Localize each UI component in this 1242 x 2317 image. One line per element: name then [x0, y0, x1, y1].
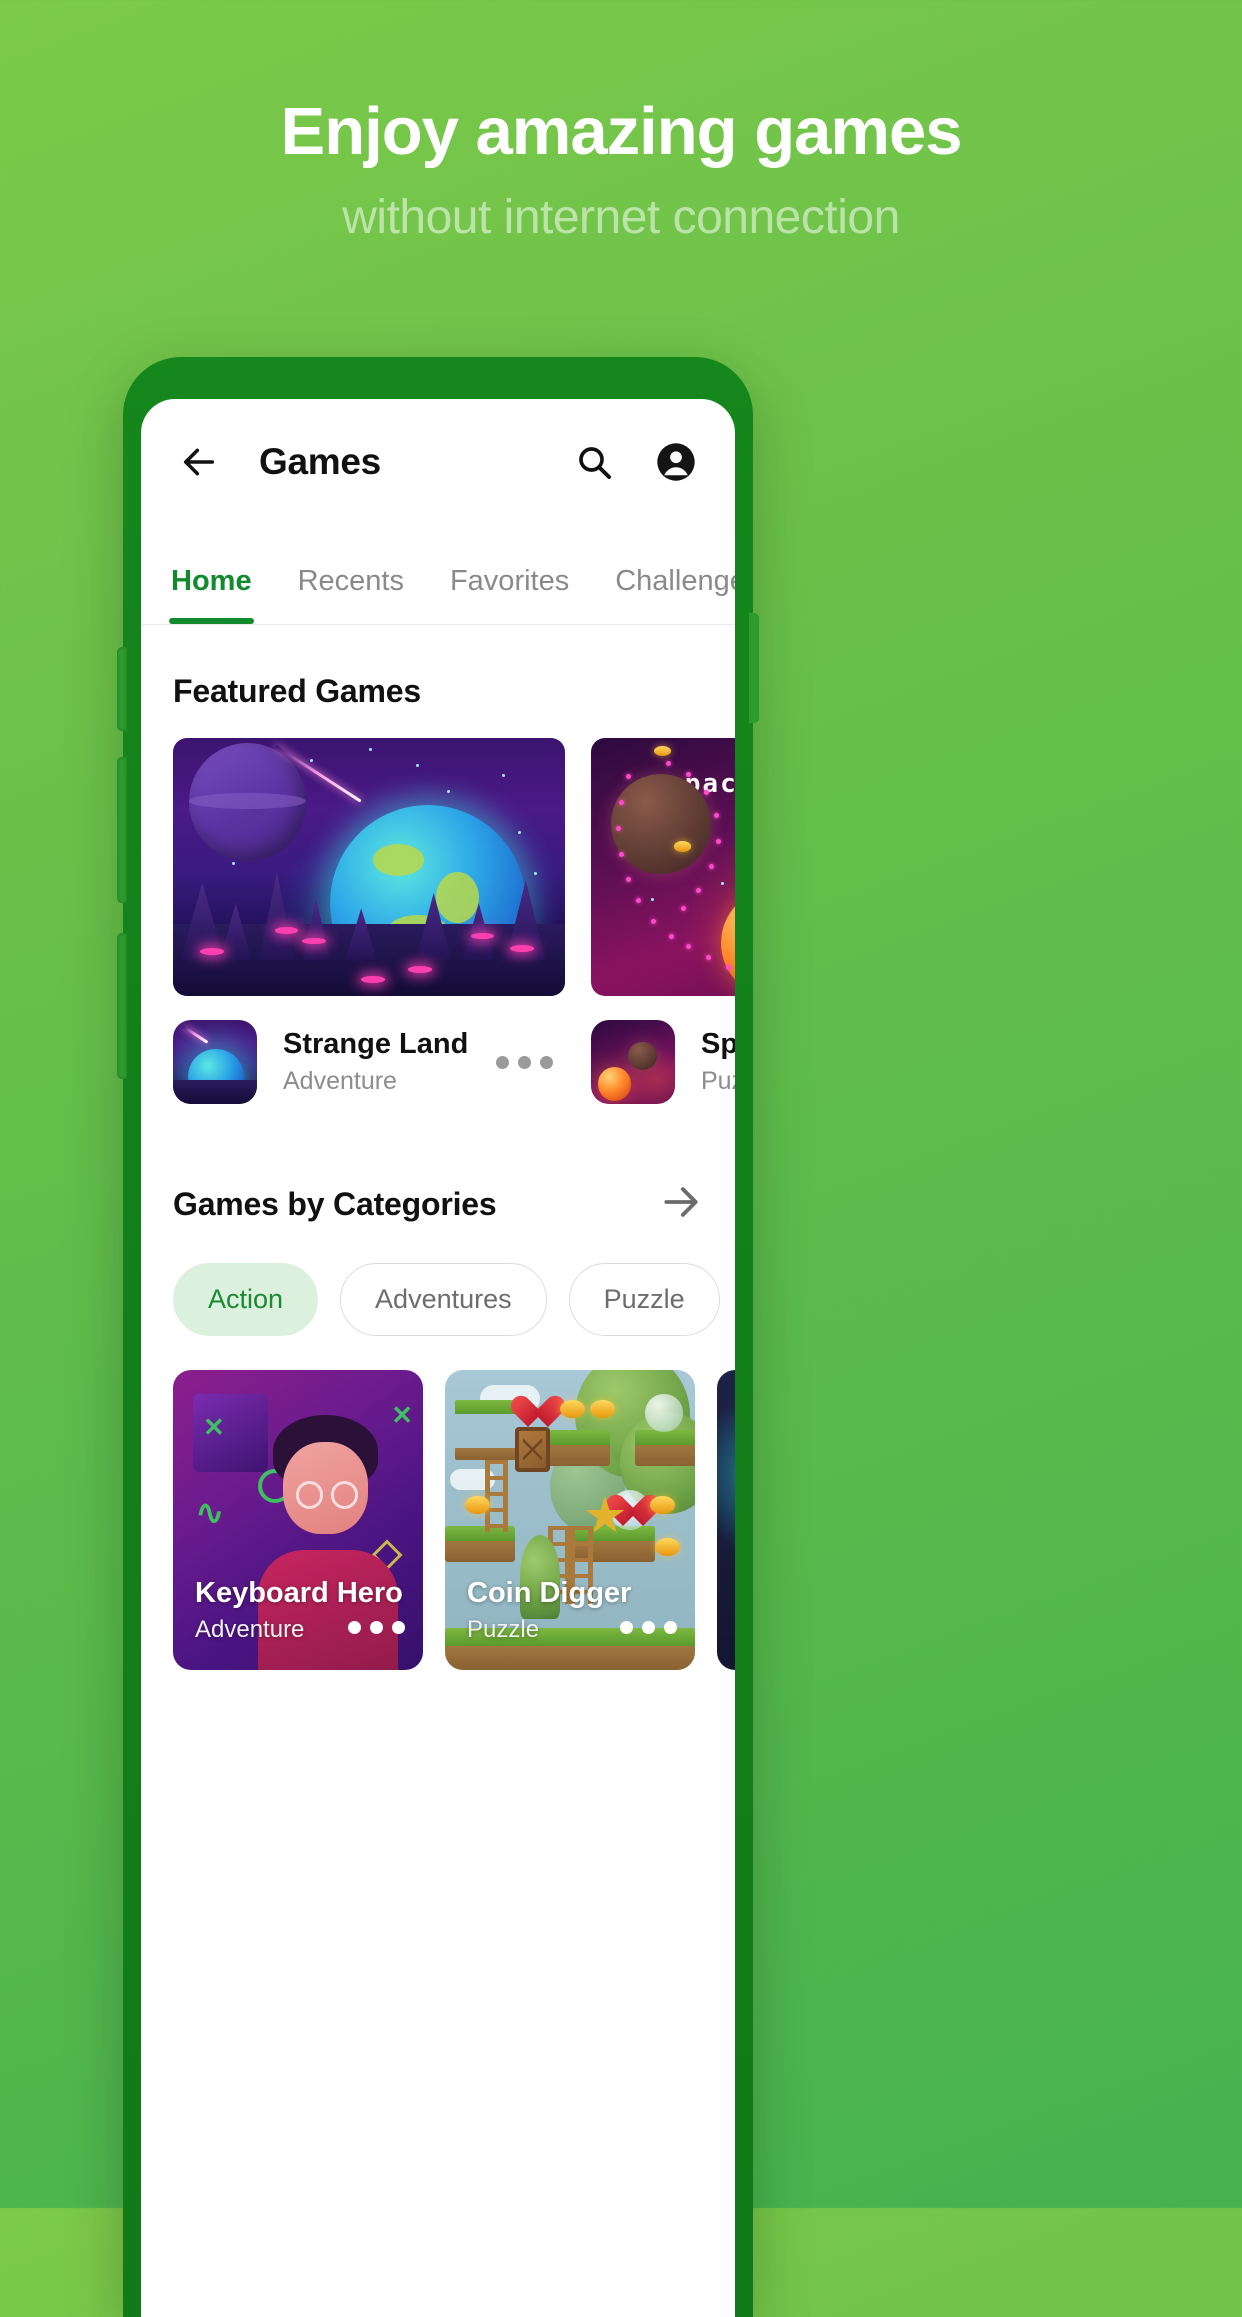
categories-see-all-button[interactable] [659, 1180, 703, 1229]
search-icon [579, 447, 611, 479]
game-card-keyboard-hero[interactable]: ✕ ✕ ∿ Keyboard Hero Adventure [173, 1370, 423, 1670]
glasses-right-lens [330, 1481, 358, 1509]
game-card-caption: Coin Digger Puzzle [467, 1576, 679, 1644]
phone-screen: Games Home Recents Favorites Challeng Fe… [141, 399, 735, 2317]
game-card-coin-digger[interactable]: Coin Digger Puzzle [445, 1370, 695, 1670]
game-name: Coin Digger [467, 1576, 632, 1609]
strange-land-artwork [173, 738, 565, 996]
featured-section-header: Featured Games [141, 625, 735, 710]
tab-home[interactable]: Home [169, 565, 254, 624]
app-bar: Games [141, 399, 735, 525]
game-card-partial[interactable]: K An [717, 1370, 735, 1670]
promo-header: Enjoy amazing games without internet con… [0, 0, 1242, 245]
chip-action[interactable]: Action [173, 1263, 319, 1336]
featured-card-image [173, 738, 565, 996]
phone-volume-up-button [117, 757, 127, 903]
categories-section-header: Games by Categories [141, 1104, 735, 1229]
featured-card-image: spacefood [591, 738, 735, 996]
featured-card-meta: Strange Land Adventure [173, 1020, 565, 1104]
featured-card-strange-land[interactable]: Strange Land Adventure [173, 738, 565, 1104]
zigzag-decor-icon: ∿ [195, 1494, 225, 1532]
phone-volume-down-button [117, 933, 127, 1079]
phone-power-button [749, 613, 759, 723]
more-horizontal-icon[interactable] [620, 1621, 677, 1634]
featured-section-title: Featured Games [173, 673, 421, 709]
game-name: Keyboard Hero [195, 1576, 403, 1609]
glow-shape [717, 1388, 735, 1563]
tab-challenges[interactable]: Challenges [615, 565, 735, 624]
search-button[interactable] [565, 433, 623, 491]
featured-card-text: Strange Land Adventure [283, 1028, 468, 1096]
chip-puzzle[interactable]: Puzzle [568, 1263, 720, 1336]
tab-favorites[interactable]: Favorites [450, 565, 569, 624]
brown-planet-shape [611, 774, 711, 875]
page-title: Games [259, 441, 381, 482]
cross-decor-icon: ✕ [391, 1400, 413, 1430]
game-thumbnail [173, 1020, 257, 1104]
game-name: Space [701, 1028, 735, 1060]
phone-mockup: Games Home Recents Favorites Challeng Fe… [117, 357, 759, 2317]
category-game-carousel[interactable]: ✕ ✕ ∿ Keyboard Hero Adventure Coin Digge… [141, 1336, 735, 1670]
moon-shape [188, 743, 307, 861]
arrow-left-icon [183, 448, 215, 476]
back-button[interactable] [171, 434, 227, 490]
promo-subtitle: without internet connection [342, 191, 900, 245]
game-card-caption: Keyboard Hero Adventure [195, 1576, 407, 1644]
partial-card-artwork [717, 1370, 735, 1670]
more-horizontal-icon[interactable] [348, 1621, 405, 1634]
more-horizontal-icon[interactable] [496, 1055, 565, 1069]
space-artwork: spacefood [591, 738, 735, 996]
game-name: Strange Land [283, 1028, 469, 1060]
featured-card-text: Space Puzzle [701, 1028, 735, 1096]
account-button[interactable] [647, 433, 705, 491]
game-genre: Adventure [283, 1067, 397, 1095]
arrow-right-icon [664, 1187, 698, 1217]
category-chip-list[interactable]: Action Adventures Puzzle Strategy [141, 1229, 735, 1336]
featured-card-meta: Space Puzzle [591, 1020, 735, 1104]
chip-adventures[interactable]: Adventures [340, 1263, 547, 1336]
tab-recents[interactable]: Recents [298, 565, 404, 624]
orange-planet-shape [721, 887, 735, 996]
categories-section-title: Games by Categories [173, 1186, 497, 1222]
tab-bar: Home Recents Favorites Challenges [141, 525, 735, 625]
cross-decor-icon: ✕ [203, 1412, 225, 1442]
game-thumbnail [591, 1020, 675, 1104]
game-genre: Puzzle [701, 1067, 735, 1095]
featured-card-space[interactable]: spacefood [591, 738, 735, 1104]
promo-title: Enjoy amazing games [280, 94, 963, 169]
account-circle-icon [657, 443, 695, 481]
phone-side-button-1 [117, 647, 127, 731]
featured-carousel[interactable]: Strange Land Adventure spacefood [141, 710, 735, 1104]
glasses-left-lens [295, 1481, 323, 1509]
